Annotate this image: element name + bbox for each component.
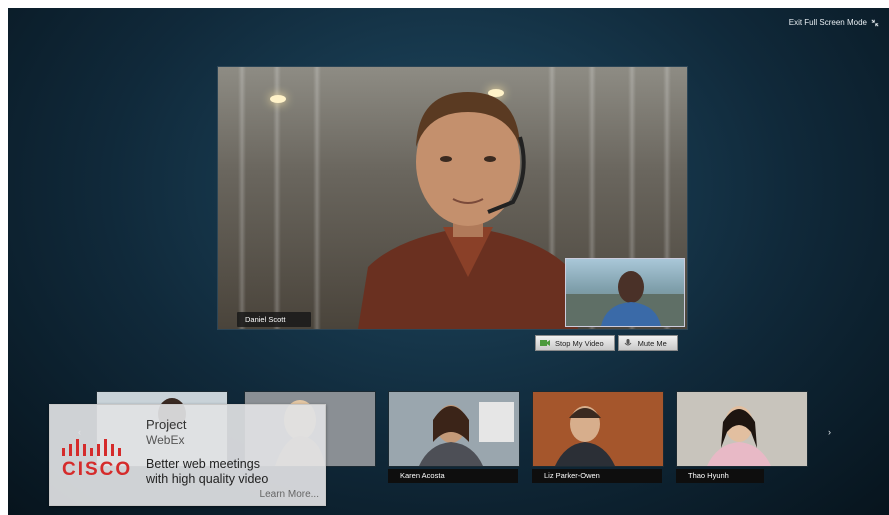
collapse-icon xyxy=(871,18,879,27)
main-speaker-video[interactable]: Daniel Scott xyxy=(217,66,688,330)
exit-fullscreen-button[interactable]: Exit Full Screen Mode xyxy=(789,18,879,27)
participant-name: Karen Acosta xyxy=(388,469,518,483)
microphone-icon xyxy=(624,339,632,346)
meeting-stage: Exit Full Screen Mode Daniel Scott Stop … xyxy=(8,8,889,515)
chevron-right-icon[interactable]: › xyxy=(828,427,831,437)
overlay-subtitle: WebEx xyxy=(146,433,185,447)
participant-name: Liz Parker-Owen xyxy=(532,469,662,483)
overlay-title: Project xyxy=(146,417,187,432)
participant-thumbnail[interactable] xyxy=(388,391,520,467)
cisco-logo-bars xyxy=(62,439,121,456)
overlay-tagline-1: Better web meetings xyxy=(146,457,260,471)
self-view-video[interactable] xyxy=(565,258,685,327)
participant-name: Thao Hyunh xyxy=(676,469,764,483)
participant-figure xyxy=(533,392,663,466)
participant-figure xyxy=(389,392,519,466)
self-view-figure xyxy=(566,271,684,326)
stop-my-video-button[interactable]: Stop My Video xyxy=(535,335,615,351)
exit-fullscreen-label: Exit Full Screen Mode xyxy=(788,18,867,27)
promo-overlay[interactable]: CISCO Project WebEx Better web meetings … xyxy=(49,404,326,506)
participant-thumbnail[interactable] xyxy=(532,391,664,467)
video-controls: Stop My Video Mute Me xyxy=(535,335,678,351)
stop-my-video-label: Stop My Video xyxy=(555,338,604,348)
participant-thumbnail[interactable] xyxy=(676,391,808,467)
mute-me-button[interactable]: Mute Me xyxy=(617,335,678,351)
learn-more-link[interactable]: Learn More... xyxy=(260,489,319,500)
camera-icon xyxy=(540,340,550,346)
speaker-name-tag: Daniel Scott xyxy=(237,312,311,327)
speaker-figure xyxy=(358,92,578,329)
participant-figure xyxy=(677,392,807,466)
mute-me-label: Mute Me xyxy=(637,338,667,348)
overlay-tagline-2: with high quality video xyxy=(146,472,269,486)
cisco-logo-text: CISCO xyxy=(62,459,133,480)
